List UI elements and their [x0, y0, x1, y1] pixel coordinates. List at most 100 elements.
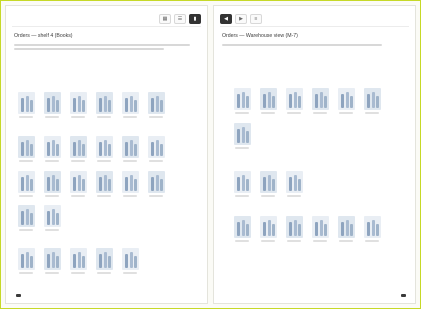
product-image — [26, 96, 29, 112]
back-icon[interactable]: ◀ — [220, 14, 232, 24]
product-thumbnail[interactable] — [122, 92, 139, 114]
right-page: ◀ ▶ ≡ Orders — Warehouse view (M-7) — [213, 5, 416, 304]
thumbnail-caption — [123, 195, 137, 197]
product-image — [268, 220, 271, 236]
product-image — [125, 142, 128, 156]
thumbnail-caption — [339, 112, 353, 114]
product-image — [52, 96, 55, 112]
product-thumbnail[interactable] — [44, 92, 61, 114]
product-thumbnail[interactable] — [44, 136, 61, 158]
product-image — [73, 98, 76, 112]
menu-icon[interactable]: ≡ — [250, 14, 262, 24]
product-image — [21, 142, 24, 156]
product-image — [47, 254, 50, 268]
thumbnail-caption — [19, 229, 33, 231]
product-image — [134, 179, 137, 191]
product-image — [315, 94, 318, 108]
product-image — [134, 144, 137, 156]
product-thumbnail[interactable] — [122, 171, 139, 193]
product-image — [289, 94, 292, 108]
product-thumbnail[interactable] — [96, 248, 113, 270]
product-thumbnail[interactable] — [18, 248, 35, 270]
product-image — [294, 175, 297, 191]
product-thumbnail[interactable] — [364, 216, 381, 238]
product-thumbnail[interactable] — [122, 248, 139, 270]
product-thumbnail[interactable] — [18, 205, 35, 227]
product-image — [242, 127, 245, 143]
product-image — [21, 254, 24, 268]
product-thumbnail[interactable] — [148, 136, 165, 158]
product-image — [104, 140, 107, 156]
product-thumbnail[interactable] — [96, 136, 113, 158]
product-thumbnail[interactable] — [18, 171, 35, 193]
thumbnail-caption — [287, 240, 301, 242]
product-thumbnail[interactable] — [234, 216, 251, 238]
product-image — [108, 179, 111, 191]
product-thumbnail[interactable] — [70, 136, 87, 158]
product-image — [294, 92, 297, 108]
product-image — [21, 98, 24, 112]
thumbnail-caption — [313, 240, 327, 242]
product-image — [30, 100, 33, 112]
product-image — [372, 220, 375, 236]
product-thumbnail[interactable] — [364, 88, 381, 110]
product-image — [47, 211, 50, 225]
product-image — [47, 98, 50, 112]
product-image — [99, 177, 102, 191]
product-image — [78, 175, 81, 191]
product-thumbnail[interactable] — [286, 171, 303, 193]
product-thumbnail[interactable] — [122, 136, 139, 158]
product-thumbnail[interactable] — [44, 171, 61, 193]
product-thumbnail[interactable] — [260, 88, 277, 110]
product-thumbnail[interactable] — [70, 92, 87, 114]
thumbnail-caption — [149, 160, 163, 162]
product-image — [341, 94, 344, 108]
product-thumbnail[interactable] — [96, 92, 113, 114]
product-thumbnail[interactable] — [96, 171, 113, 193]
product-thumbnail[interactable] — [18, 92, 35, 114]
grid-view-icon[interactable]: ▦ — [159, 14, 171, 24]
product-thumbnail[interactable] — [338, 216, 355, 238]
product-thumbnail[interactable] — [148, 92, 165, 114]
product-thumbnail[interactable] — [260, 171, 277, 193]
product-thumbnail[interactable] — [312, 216, 329, 238]
product-thumbnail[interactable] — [234, 88, 251, 110]
product-image — [73, 254, 76, 268]
page-title: Orders — shelf 4 (Books) — [14, 33, 73, 39]
bookmark-icon[interactable]: ▮ — [189, 14, 201, 24]
thumbnail-caption — [235, 195, 249, 197]
product-thumbnail[interactable] — [234, 171, 251, 193]
thumbnail-caption — [45, 272, 59, 274]
thumbnail-caption — [97, 116, 111, 118]
product-image — [151, 98, 154, 112]
product-thumbnail[interactable] — [338, 88, 355, 110]
product-image — [160, 100, 163, 112]
product-thumbnail[interactable] — [18, 136, 35, 158]
product-image — [156, 140, 159, 156]
product-image — [30, 179, 33, 191]
product-image — [151, 142, 154, 156]
product-image — [263, 222, 266, 236]
page-indicator-icon[interactable] — [16, 293, 21, 297]
page-indicator-icon[interactable] — [401, 293, 406, 297]
product-thumbnail[interactable] — [70, 248, 87, 270]
product-image — [82, 100, 85, 112]
product-thumbnail[interactable] — [260, 216, 277, 238]
list-view-icon[interactable]: ☰ — [174, 14, 186, 24]
product-thumbnail[interactable] — [148, 171, 165, 193]
product-thumbnail[interactable] — [44, 248, 61, 270]
product-image — [246, 131, 249, 143]
thumbnail-caption — [19, 160, 33, 162]
product-image — [376, 224, 379, 236]
page-footer — [12, 291, 201, 299]
product-image — [341, 222, 344, 236]
product-thumbnail[interactable] — [70, 171, 87, 193]
product-thumbnail[interactable] — [286, 216, 303, 238]
product-thumbnail[interactable] — [234, 123, 251, 145]
product-thumbnail[interactable] — [44, 205, 61, 227]
forward-icon[interactable]: ▶ — [235, 14, 247, 24]
product-thumbnail[interactable] — [312, 88, 329, 110]
product-image — [125, 98, 128, 112]
product-thumbnail[interactable] — [286, 88, 303, 110]
thumbnail-caption — [287, 112, 301, 114]
